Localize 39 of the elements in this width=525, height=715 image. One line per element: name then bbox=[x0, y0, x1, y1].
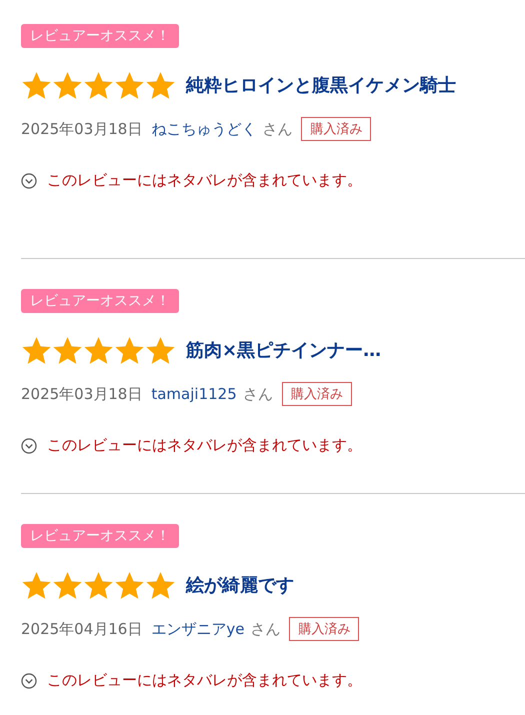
expand-icon[interactable] bbox=[21, 438, 37, 454]
honorific-text: さん bbox=[250, 620, 280, 638]
review-title[interactable]: 筋肉×黒ピチインナー… bbox=[186, 338, 382, 362]
star-icon bbox=[52, 334, 83, 366]
star-icon bbox=[83, 334, 114, 366]
star-icon bbox=[52, 570, 83, 600]
star-icon bbox=[52, 70, 83, 100]
review-date: 2025年03月18日 bbox=[21, 120, 142, 138]
reviewer-link[interactable]: ねこちゅうどく bbox=[151, 120, 256, 138]
expand-icon[interactable] bbox=[21, 672, 37, 688]
reviewer-link[interactable]: tamaji1125 bbox=[151, 385, 237, 403]
star-icon bbox=[145, 570, 176, 600]
star-icon bbox=[83, 70, 114, 100]
star-icon bbox=[114, 70, 145, 100]
honorific-text: さん bbox=[262, 120, 292, 138]
review-title[interactable]: 純粋ヒロインと腹黒イケメン騎士 bbox=[186, 73, 456, 97]
star-icon bbox=[21, 570, 52, 600]
spoiler-notice[interactable]: このレビューにはネタバレが含まれています。 bbox=[47, 171, 362, 190]
star-icon bbox=[21, 70, 52, 100]
star-icon bbox=[114, 570, 145, 600]
spoiler-notice[interactable]: このレビューにはネタバレが含まれています。 bbox=[47, 436, 362, 455]
expand-icon[interactable] bbox=[21, 172, 37, 188]
star-icon bbox=[145, 334, 176, 366]
review-date: 2025年04月16日 bbox=[21, 620, 142, 638]
star-icon bbox=[145, 70, 176, 100]
spoiler-notice[interactable]: このレビューにはネタバレが含まれています。 bbox=[47, 671, 362, 690]
recommend-badge: レビュアーオススメ！ bbox=[21, 24, 179, 48]
purchased-tag: 購入済み bbox=[289, 617, 360, 641]
review-title[interactable]: 絵が綺麗です bbox=[186, 573, 294, 597]
recommend-badge: レビュアーオススメ！ bbox=[21, 524, 179, 548]
star-icon bbox=[114, 334, 145, 366]
recommend-badge: レビュアーオススメ！ bbox=[21, 289, 179, 313]
purchased-tag: 購入済み bbox=[301, 117, 372, 141]
star-icon bbox=[83, 570, 114, 600]
review-date: 2025年03月18日 bbox=[21, 384, 142, 404]
purchased-tag: 購入済み bbox=[282, 382, 352, 406]
star-icon bbox=[21, 334, 52, 366]
honorific-text: さん bbox=[242, 384, 273, 404]
reviewer-link[interactable]: エンザニアye bbox=[151, 620, 244, 638]
